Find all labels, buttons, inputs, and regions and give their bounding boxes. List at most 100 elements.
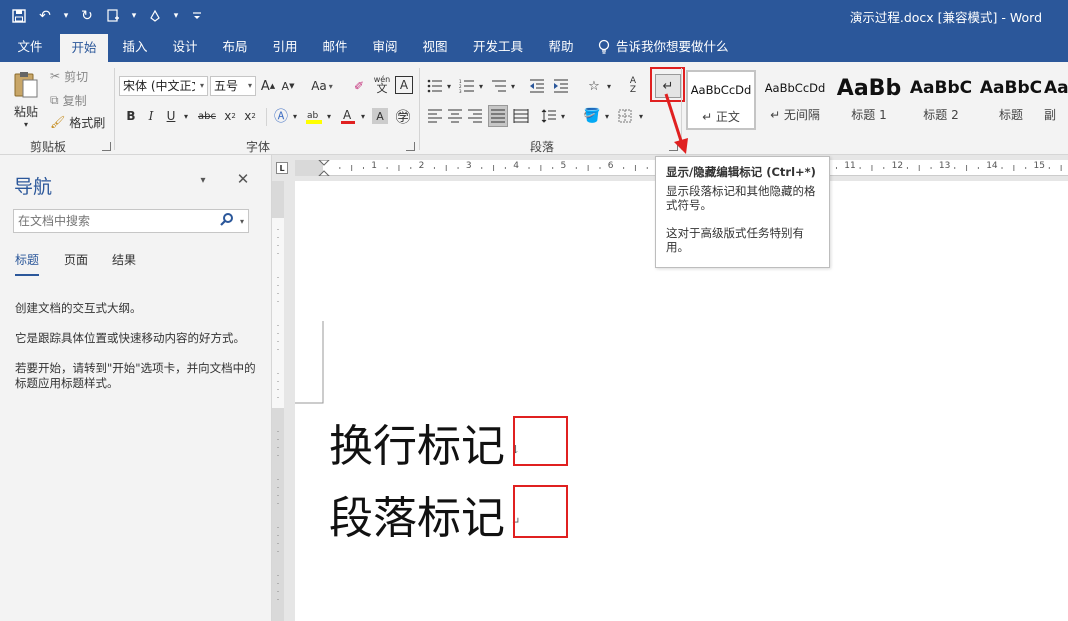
- italic-button[interactable]: I: [143, 106, 159, 126]
- shading-icon[interactable]: 🪣: [582, 106, 602, 126]
- tab-home[interactable]: 开始: [60, 34, 108, 62]
- shading-dropdown-icon[interactable]: ▾: [602, 106, 612, 126]
- redo-icon[interactable]: ↻: [76, 5, 98, 27]
- search-icon[interactable]: [219, 212, 237, 230]
- strikethrough-button[interactable]: abc: [195, 106, 219, 126]
- highlight-box: [513, 416, 568, 466]
- asian-layout-dropdown-icon[interactable]: ▾: [604, 76, 614, 96]
- search-dropdown-icon[interactable]: ▾: [238, 215, 246, 227]
- search-input[interactable]: [13, 209, 249, 233]
- new-document-icon[interactable]: [102, 5, 124, 27]
- save-icon[interactable]: [8, 5, 30, 27]
- document-line-1[interactable]: 换行标记 ↓: [329, 410, 520, 474]
- nav-tab-pages[interactable]: 页面: [64, 251, 88, 268]
- tab-review[interactable]: 审阅: [362, 32, 408, 62]
- text-effects-dropdown-icon[interactable]: ▾: [290, 106, 300, 126]
- borders-dropdown-icon[interactable]: ▾: [636, 106, 646, 126]
- bullets-icon[interactable]: [426, 76, 444, 96]
- copy-button[interactable]: ⧉ 复制: [50, 92, 87, 108]
- bold-button[interactable]: B: [123, 106, 139, 126]
- tab-layout[interactable]: 布局: [212, 32, 258, 62]
- font-size-select[interactable]: 五号 ▾: [210, 76, 256, 96]
- style-no-spacing[interactable]: AaBbCcDd ↵ 无间隔: [760, 70, 830, 130]
- borders-icon[interactable]: [616, 106, 634, 126]
- tab-view[interactable]: 视图: [412, 32, 458, 62]
- text-effects-icon[interactable]: Ⓐ: [272, 106, 290, 126]
- document-title: 演示过程.docx [兼容模式] - Word: [849, 10, 1042, 25]
- group-divider: [419, 68, 420, 150]
- superscript-button[interactable]: x2: [241, 106, 259, 126]
- tab-references[interactable]: 引用: [262, 32, 308, 62]
- format-painter-button[interactable]: 🖌 格式刷: [50, 114, 105, 130]
- undo-icon[interactable]: ↶: [34, 5, 56, 27]
- numbering-dropdown-icon[interactable]: ▾: [476, 76, 486, 96]
- font-name-select[interactable]: 宋体 (中文正文)▾: [119, 76, 208, 96]
- tab-help[interactable]: 帮助: [538, 32, 584, 62]
- underline-button[interactable]: U: [163, 106, 179, 126]
- vertical-ruler[interactable]: [272, 181, 284, 621]
- align-left-icon[interactable]: [426, 106, 444, 126]
- asian-layout-icon[interactable]: ☆: [584, 76, 604, 96]
- align-right-icon[interactable]: [466, 106, 484, 126]
- dropdown-icon[interactable]: ▾: [170, 5, 182, 27]
- font-color-dropdown-icon[interactable]: ▾: [358, 106, 368, 126]
- character-shading-icon[interactable]: A: [372, 108, 388, 124]
- grow-font-icon[interactable]: A ▲: [260, 76, 276, 96]
- character-border-icon[interactable]: A: [395, 76, 413, 94]
- underline-dropdown-icon[interactable]: ▾: [181, 106, 191, 126]
- close-icon[interactable]: ✕: [234, 169, 252, 189]
- scissors-icon: ✂: [50, 69, 61, 83]
- line-spacing-icon[interactable]: [540, 106, 558, 126]
- style-heading-1[interactable]: AaBb 标题 1: [834, 70, 904, 130]
- highlight-color-icon[interactable]: ab: [304, 106, 324, 126]
- style-title[interactable]: AaBbC 标题: [976, 70, 1046, 130]
- style-subtitle[interactable]: Aa 副: [1044, 70, 1068, 130]
- tab-design[interactable]: 设计: [162, 32, 208, 62]
- nav-tab-results[interactable]: 结果: [112, 251, 136, 268]
- dropdown-icon[interactable]: ▾: [128, 5, 140, 27]
- paste-dropdown-icon[interactable]: ▾: [18, 118, 34, 130]
- phonetic-guide-button[interactable]: wén 文: [372, 72, 392, 96]
- nav-tab-headings[interactable]: 标题: [15, 251, 40, 276]
- font-color-icon[interactable]: A: [338, 106, 358, 126]
- distributed-icon[interactable]: [512, 106, 530, 126]
- customize-qat-icon[interactable]: [186, 5, 208, 27]
- paste-button[interactable]: 粘贴: [10, 104, 42, 119]
- style-heading-2[interactable]: AaBbC 标题 2: [906, 70, 976, 130]
- tab-mailings[interactable]: 邮件: [312, 32, 358, 62]
- bullets-dropdown-icon[interactable]: ▾: [444, 76, 454, 96]
- enclose-characters-icon[interactable]: ㊫: [393, 106, 413, 126]
- multilevel-list-icon[interactable]: [490, 76, 508, 96]
- tell-me-box[interactable]: 告诉我你想要做什么: [598, 32, 729, 62]
- style-normal[interactable]: AaBbCcDd ↵ 正文: [686, 70, 756, 130]
- ruler-label: 3: [465, 161, 472, 171]
- clipboard-launcher-icon[interactable]: [102, 142, 111, 151]
- clear-formatting-icon[interactable]: ✐: [350, 76, 368, 96]
- sort-icon[interactable]: AZ: [624, 74, 642, 98]
- shrink-font-icon[interactable]: A ▼: [280, 76, 296, 96]
- chevron-down-icon: ▾: [199, 81, 204, 90]
- paste-icon[interactable]: [8, 66, 44, 104]
- lightbulb-icon: [598, 39, 610, 54]
- numbering-icon[interactable]: 123: [458, 76, 476, 96]
- tab-insert[interactable]: 插入: [112, 32, 158, 62]
- multilevel-dropdown-icon[interactable]: ▾: [508, 76, 518, 96]
- line-spacing-dropdown-icon[interactable]: ▾: [558, 106, 568, 126]
- tab-file[interactable]: 文件: [4, 32, 56, 62]
- cut-button[interactable]: ✂ 剪切: [50, 68, 88, 84]
- font-launcher-icon[interactable]: [406, 142, 415, 151]
- title-bar: ↶ ▾ ↻ ▾ ▾ 演示过程.docx [兼容模式] - Word: [0, 0, 1068, 32]
- justify-icon[interactable]: [488, 105, 508, 127]
- increase-indent-icon[interactable]: [552, 76, 570, 96]
- document-line-2[interactable]: 段落标记 ↵: [329, 482, 520, 546]
- tab-developer[interactable]: 开发工具: [462, 32, 534, 62]
- undo-dropdown-icon[interactable]: ▾: [60, 5, 72, 27]
- subscript-button[interactable]: x2: [221, 106, 239, 126]
- change-case-button[interactable]: Aa ▾: [306, 76, 338, 96]
- align-center-icon[interactable]: [446, 106, 464, 126]
- highlight-dropdown-icon[interactable]: ▾: [324, 106, 334, 126]
- touch-mode-icon[interactable]: [144, 5, 166, 27]
- decrease-indent-icon[interactable]: [528, 76, 546, 96]
- nav-options-icon[interactable]: ▾: [196, 173, 210, 187]
- tab-stop-selector[interactable]: L: [276, 162, 288, 174]
